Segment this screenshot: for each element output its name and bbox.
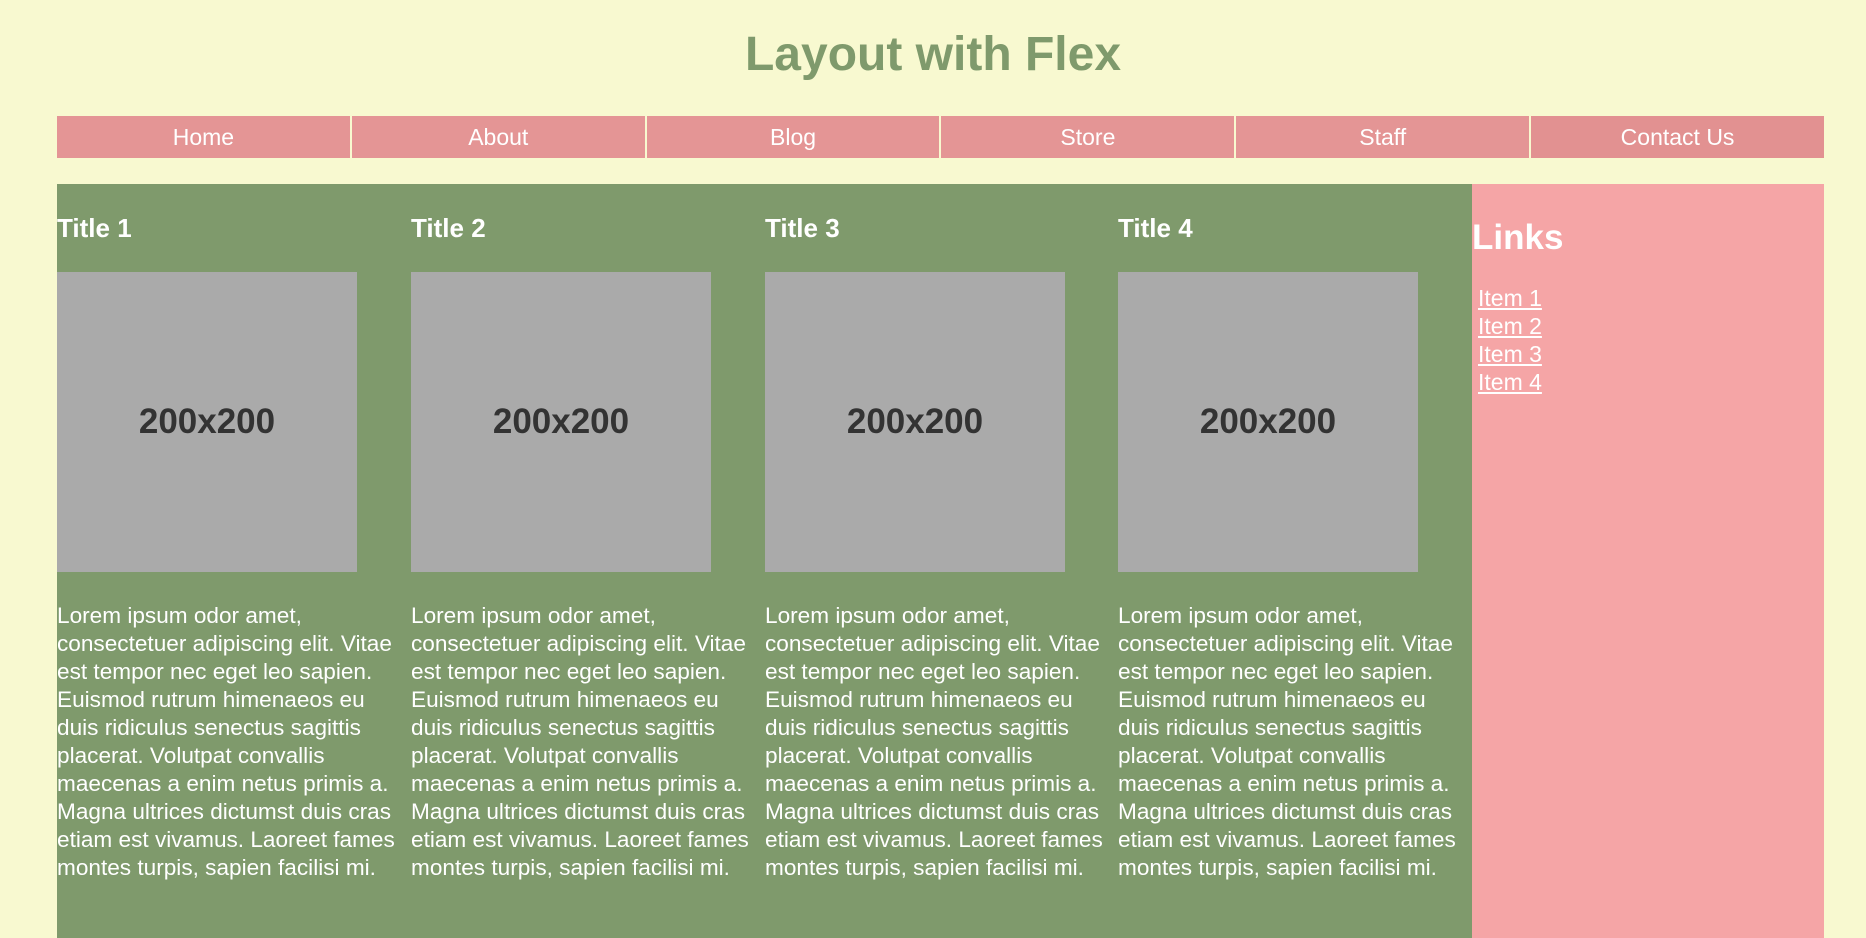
nav-item-blog[interactable]: Blog <box>646 116 942 158</box>
nav-item-home[interactable]: Home <box>57 116 352 158</box>
nav-item-staff[interactable]: Staff <box>1236 116 1532 158</box>
nav-item-store[interactable]: Store <box>941 116 1237 158</box>
card-title: Title 1 <box>57 213 132 243</box>
card-text: Lorem ipsum odor amet, consectetuer adip… <box>57 603 395 880</box>
sidebar-link-item-2[interactable]: Item 2 <box>1478 313 1542 339</box>
card-image-placeholder: 200x200 <box>765 272 1065 572</box>
image-placeholder-label: 200x200 <box>492 402 630 441</box>
image-placeholder-label: 200x200 <box>846 402 984 441</box>
navbar: Home About Blog Store Staff Contact Us <box>57 116 1824 158</box>
card-title: Title 2 <box>411 213 486 243</box>
sidebar-links-list: Item 1 Item 2 Item 3 Item 4 <box>1478 284 1542 396</box>
card-title: Title 4 <box>1118 213 1193 243</box>
card-image-placeholder: 200x200 <box>57 272 357 572</box>
page-header: Layout with Flex <box>0 0 1866 110</box>
card-text: Lorem ipsum odor amet, consectetuer adip… <box>1118 603 1456 880</box>
nav-item-about[interactable]: About <box>351 116 647 158</box>
card-image-placeholder: 200x200 <box>411 272 711 572</box>
card-text: Lorem ipsum odor amet, consectetuer adip… <box>411 603 749 880</box>
sidebar-list-item: Item 1 <box>1478 284 1542 312</box>
sidebar: Links Item 1 Item 2 Item 3 Item 4 <box>1472 184 1824 938</box>
nav-item-contact-us[interactable]: Contact Us <box>1531 116 1824 158</box>
sidebar-list-item: Item 3 <box>1478 340 1542 368</box>
sidebar-link-item-3[interactable]: Item 3 <box>1478 341 1542 367</box>
image-placeholder-label: 200x200 <box>138 402 276 441</box>
sidebar-list-item: Item 2 <box>1478 312 1542 340</box>
card-text: Lorem ipsum odor amet, consectetuer adip… <box>765 603 1103 880</box>
sidebar-title: Links <box>1472 218 1564 257</box>
sidebar-link-item-1[interactable]: Item 1 <box>1478 285 1542 311</box>
image-placeholder-label: 200x200 <box>1199 402 1337 441</box>
page-title: Layout with Flex <box>744 28 1122 81</box>
sidebar-link-item-4[interactable]: Item 4 <box>1478 369 1542 395</box>
sidebar-list-item: Item 4 <box>1478 368 1542 396</box>
card-image-placeholder: 200x200 <box>1118 272 1418 572</box>
main-content: Title 1 200x200 Lorem ipsum odor amet, c… <box>57 184 1472 938</box>
card-title: Title 3 <box>765 213 840 243</box>
